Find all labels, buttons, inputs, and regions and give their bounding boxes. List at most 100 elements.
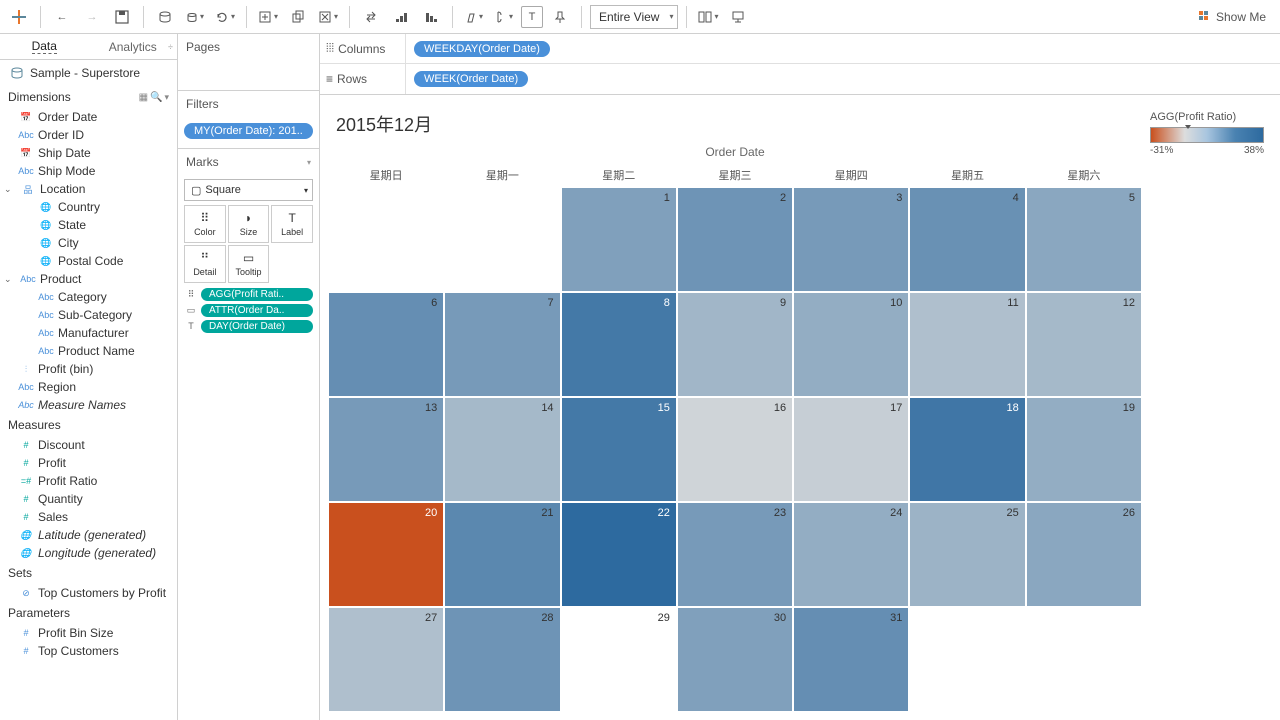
field-profit-bin-[interactable]: ⫶Profit (bin) (0, 360, 177, 378)
calendar-cell[interactable]: 29 (561, 607, 677, 712)
viz-title[interactable]: 2015年12月 (328, 103, 1142, 145)
mark-pill-row[interactable]: TDAY(Order Date) (184, 319, 313, 333)
cards-button[interactable] (695, 4, 721, 30)
calendar-cell[interactable]: 2 (677, 187, 793, 292)
pause-button[interactable] (182, 4, 208, 30)
mark-pill-row[interactable]: ▭ATTR(Order Da.. (184, 303, 313, 317)
calendar-cell[interactable]: 26 (1026, 502, 1142, 607)
viz-canvas[interactable]: 2015年12月 Order Date 星期日星期一星期二星期三星期四星期五星期… (328, 103, 1142, 712)
calendar-cell[interactable]: 22 (561, 502, 677, 607)
datasource[interactable]: Sample - Superstore (0, 60, 177, 86)
mark-label-button[interactable]: TLabel (271, 205, 313, 243)
field-longitude-generated-[interactable]: 🌐Longitude (generated) (0, 544, 177, 562)
field-latitude-generated-[interactable]: 🌐Latitude (generated) (0, 526, 177, 544)
field-sub-category[interactable]: AbcSub-Category (0, 306, 177, 324)
save-button[interactable] (109, 4, 135, 30)
calendar-cell[interactable]: 5 (1026, 187, 1142, 292)
fit-select[interactable]: Entire View (590, 5, 678, 29)
tab-analytics[interactable]: Analytics÷ (89, 34, 178, 59)
field-ship-date[interactable]: 📅Ship Date (0, 144, 177, 162)
field-measure-names[interactable]: AbcMeasure Names (0, 396, 177, 414)
calendar-cell[interactable]: 28 (444, 607, 560, 712)
calendar-cell[interactable]: 14 (444, 397, 560, 502)
color-legend[interactable]: AGG(Profit Ratio) -31% 38% (1142, 103, 1272, 712)
calendar-cell[interactable]: 24 (793, 502, 909, 607)
calendar-cell[interactable]: 13 (328, 397, 444, 502)
field-top-customers-by-profit[interactable]: ⊘Top Customers by Profit (0, 584, 177, 602)
label-button[interactable]: T (521, 6, 543, 28)
mark-detail-button[interactable]: ⠛Detail (184, 245, 226, 283)
calendar-cell[interactable]: 9 (677, 292, 793, 397)
filter-pill[interactable]: MY(Order Date): 201.. (184, 123, 313, 139)
rows-pill[interactable]: WEEK(Order Date) (414, 71, 528, 87)
marks-menu-icon[interactable]: ▾ (307, 158, 311, 167)
pin-button[interactable] (547, 4, 573, 30)
field-postal-code[interactable]: 🌐Postal Code (0, 252, 177, 270)
swap-button[interactable] (358, 4, 384, 30)
search-icon[interactable]: 🔍 (150, 92, 162, 103)
calendar-cell[interactable]: 7 (444, 292, 560, 397)
refresh-button[interactable] (212, 4, 238, 30)
group-location[interactable]: ⌄品Location (0, 180, 177, 198)
field-state[interactable]: 🌐State (0, 216, 177, 234)
sort-asc-button[interactable] (388, 4, 414, 30)
calendar-cell[interactable]: 30 (677, 607, 793, 712)
calendar-cell[interactable]: 19 (1026, 397, 1142, 502)
mark-pill-row[interactable]: ⠿AGG(Profit Rati.. (184, 287, 313, 301)
calendar-cell[interactable]: 1 (561, 187, 677, 292)
back-button[interactable]: ← (49, 4, 75, 30)
calendar-cell[interactable]: 8 (561, 292, 677, 397)
calendar-cell[interactable]: 10 (793, 292, 909, 397)
mark-size-button[interactable]: ◗Size (228, 205, 270, 243)
group-button[interactable] (491, 4, 517, 30)
field-profit-bin-size[interactable]: #Profit Bin Size (0, 624, 177, 642)
calendar-cell[interactable]: 18 (909, 397, 1025, 502)
view-as-icon[interactable]: ▦ (139, 92, 148, 103)
calendar-cell[interactable]: 3 (793, 187, 909, 292)
calendar-cell[interactable]: 16 (677, 397, 793, 502)
calendar-cell[interactable]: 20 (328, 502, 444, 607)
calendar-cell[interactable]: 25 (909, 502, 1025, 607)
clear-button[interactable] (315, 4, 341, 30)
calendar-cell[interactable]: 31 (793, 607, 909, 712)
field-country[interactable]: 🌐Country (0, 198, 177, 216)
duplicate-button[interactable] (285, 4, 311, 30)
marks-type-select[interactable]: ▢ Square (184, 179, 313, 201)
rows-shelf[interactable]: ≡Rows WEEK(Order Date) (320, 64, 1280, 94)
columns-pill[interactable]: WEEKDAY(Order Date) (414, 41, 550, 57)
calendar-cell[interactable]: 27 (328, 607, 444, 712)
calendar-cell[interactable]: 15 (561, 397, 677, 502)
field-quantity[interactable]: #Quantity (0, 490, 177, 508)
calendar-cell[interactable]: 12 (1026, 292, 1142, 397)
field-sales[interactable]: #Sales (0, 508, 177, 526)
sort-desc-button[interactable] (418, 4, 444, 30)
calendar-cell[interactable]: 4 (909, 187, 1025, 292)
group-product[interactable]: ⌄AbcProduct (0, 270, 177, 288)
field-discount[interactable]: #Discount (0, 436, 177, 454)
columns-shelf[interactable]: ⦙⦙⦙Columns WEEKDAY(Order Date) (320, 34, 1280, 64)
field-order-date[interactable]: 📅Order Date (0, 108, 177, 126)
field-ship-mode[interactable]: AbcShip Mode (0, 162, 177, 180)
field-category[interactable]: AbcCategory (0, 288, 177, 306)
forward-button[interactable]: → (79, 4, 105, 30)
new-worksheet-button[interactable] (255, 4, 281, 30)
field-city[interactable]: 🌐City (0, 234, 177, 252)
presentation-button[interactable] (725, 4, 751, 30)
calendar-cell[interactable]: 21 (444, 502, 560, 607)
tab-data[interactable]: Data (0, 34, 89, 59)
field-profit[interactable]: #Profit (0, 454, 177, 472)
field-top-customers[interactable]: #Top Customers (0, 642, 177, 660)
menu-icon[interactable]: ▾ (164, 92, 169, 103)
mark-tooltip-button[interactable]: ▭Tooltip (228, 245, 270, 283)
field-region[interactable]: AbcRegion (0, 378, 177, 396)
new-datasource-button[interactable] (152, 4, 178, 30)
calendar-cell[interactable]: 6 (328, 292, 444, 397)
calendar-cell[interactable]: 11 (909, 292, 1025, 397)
calendar-cell[interactable]: 17 (793, 397, 909, 502)
field-order-id[interactable]: AbcOrder ID (0, 126, 177, 144)
highlight-button[interactable] (461, 4, 487, 30)
show-me-button[interactable]: Show Me (1190, 10, 1274, 24)
calendar-cell[interactable]: 23 (677, 502, 793, 607)
tableau-logo[interactable] (6, 4, 32, 30)
mark-color-button[interactable]: ⠿Color (184, 205, 226, 243)
